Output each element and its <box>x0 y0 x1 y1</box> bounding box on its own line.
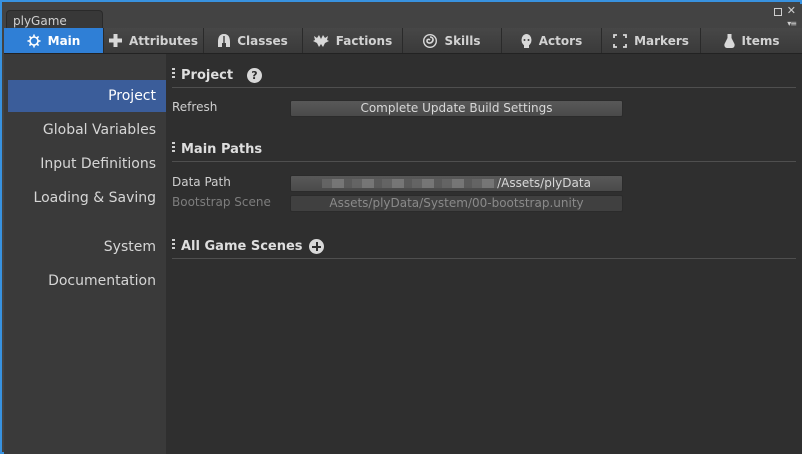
help-icon[interactable]: ? <box>247 68 262 83</box>
sidebar-item-input-definitions[interactable]: Input Definitions <box>8 148 166 180</box>
tab-attributes-label: Attributes <box>129 33 198 48</box>
section-main-paths: Main Paths <box>172 139 796 162</box>
sidebar-item-system[interactable]: System <box>8 231 166 263</box>
tab-items-label: Items <box>741 33 780 48</box>
gear-icon <box>27 34 41 47</box>
tab-items[interactable]: Items <box>701 28 802 53</box>
bootstrap-scene-button[interactable]: Assets/plyData/System/00-bootstrap.unity <box>290 195 623 212</box>
maximize-icon[interactable] <box>774 8 782 16</box>
helmet-icon <box>218 33 231 47</box>
editor-window: plyGame ✕ ▾≡ Main Attributes Classes Fac… <box>0 0 802 454</box>
sidebar-item-documentation[interactable]: Documentation <box>8 265 166 297</box>
tab-main[interactable]: Main <box>4 28 104 53</box>
main-nav-bar: Main Attributes Classes Factions Skills … <box>4 28 802 54</box>
section-project: Project ? <box>172 65 796 88</box>
data-path-value: /Assets/plyData <box>497 176 591 190</box>
window-tab[interactable]: plyGame <box>6 10 103 30</box>
main-content: Project ? Refresh Complete Update Build … <box>166 54 802 454</box>
tab-skills-label: Skills <box>444 33 481 48</box>
plus-icon <box>109 34 123 47</box>
add-scene-icon[interactable] <box>309 239 324 254</box>
tab-actors[interactable]: Actors <box>502 28 602 53</box>
tab-main-label: Main <box>47 33 81 48</box>
data-path-button[interactable]: /Assets/plyData <box>290 175 623 192</box>
sidebar-item-global-variables[interactable]: Global Variables <box>8 114 166 146</box>
tab-classes-label: Classes <box>237 33 288 48</box>
grip-icon <box>172 142 175 154</box>
window-tab-strip: plyGame ✕ ▾≡ <box>4 4 802 30</box>
section-title: All Game Scenes <box>181 239 303 254</box>
sidebar-item-project[interactable]: Project <box>8 80 166 112</box>
section-all-game-scenes: All Game Scenes <box>172 236 796 259</box>
tab-factions-label: Factions <box>335 33 393 48</box>
grip-icon <box>172 239 175 251</box>
bootstrap-scene-label: Bootstrap Scene <box>172 195 271 209</box>
section-title: Project <box>181 68 234 83</box>
markers-icon <box>613 33 627 48</box>
tab-classes[interactable]: Classes <box>204 28 303 53</box>
data-path-label: Data Path <box>172 175 231 189</box>
head-icon <box>521 33 532 48</box>
tab-factions[interactable]: Factions <box>303 28 403 53</box>
redacted-path <box>322 179 498 188</box>
grip-icon <box>172 68 175 80</box>
section-title: Main Paths <box>181 142 263 157</box>
sidebar: Project Global Variables Input Definitio… <box>4 54 166 454</box>
wings-icon <box>312 34 329 47</box>
swirl-icon <box>423 33 438 48</box>
tab-skills[interactable]: Skills <box>403 28 502 53</box>
tab-attributes[interactable]: Attributes <box>104 28 204 53</box>
close-icon[interactable]: ✕ <box>787 5 796 16</box>
complete-update-build-settings-button[interactable]: Complete Update Build Settings <box>290 100 623 117</box>
tab-markers-label: Markers <box>634 33 689 48</box>
refresh-label: Refresh <box>172 100 218 114</box>
potion-icon <box>723 33 735 48</box>
tab-actors-label: Actors <box>538 33 583 48</box>
tab-markers[interactable]: Markers <box>602 28 701 53</box>
sidebar-item-loading-saving[interactable]: Loading & Saving <box>8 182 166 214</box>
